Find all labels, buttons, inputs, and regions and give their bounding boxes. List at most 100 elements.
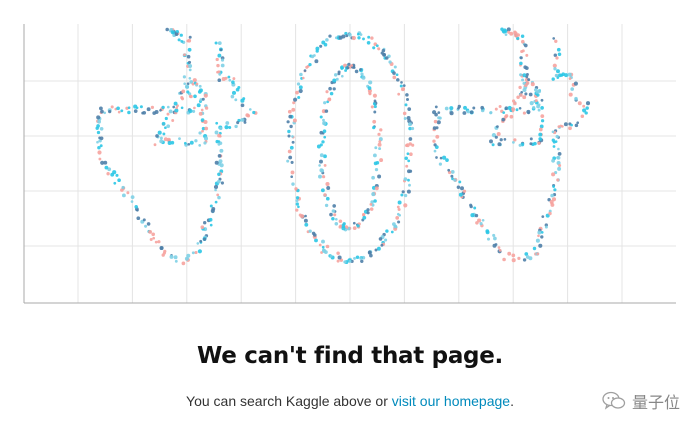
scatter-point [133, 109, 138, 113]
scatter-point [573, 81, 578, 86]
scatter-point [538, 137, 543, 141]
scatter-point [322, 248, 326, 252]
scatter-point [458, 180, 462, 184]
scatter-point [333, 73, 338, 77]
scatter-point [392, 71, 396, 75]
scatter-point [179, 33, 183, 37]
scatter-point [369, 202, 373, 206]
scatter-point [340, 67, 344, 70]
scatter-point [541, 215, 545, 218]
scatter-point [408, 183, 411, 187]
scatter-point [397, 92, 401, 96]
scatter-point [554, 39, 558, 43]
scatter-point [400, 81, 403, 84]
scatter-point [540, 231, 544, 234]
scatter-point [540, 114, 545, 118]
scatter-point [516, 33, 520, 37]
scatter-point [438, 116, 442, 120]
scatter-point [397, 207, 401, 212]
scatter-point [550, 202, 555, 207]
scatter-point [289, 124, 293, 129]
scatter-point [557, 125, 561, 128]
scatter-point [301, 76, 305, 80]
scatter-point [318, 243, 322, 247]
scatter-point [570, 123, 573, 127]
scatter-point [150, 105, 155, 110]
scatter-point [374, 186, 379, 191]
scatter-point [496, 132, 501, 136]
scatter-point [201, 129, 204, 133]
scatter-point [408, 137, 413, 141]
scatter-point [303, 218, 308, 223]
scatter-point [368, 80, 373, 85]
scatter-point [373, 110, 377, 114]
scatter-point [332, 78, 337, 83]
scatter-point [359, 33, 363, 36]
scatter-point [186, 90, 190, 94]
scatter-point [408, 169, 413, 173]
scatter-point [376, 246, 381, 251]
scatter-point [512, 99, 516, 103]
scatter-point [198, 111, 203, 116]
scatter-point [532, 106, 536, 110]
scatter-point [345, 34, 349, 38]
scatter-point [362, 212, 366, 217]
scatter-point [522, 258, 527, 262]
scatter-point [525, 81, 530, 85]
scatter-point [567, 72, 572, 77]
scatter-point [112, 170, 117, 175]
scatter-point [495, 125, 499, 129]
scatter-point [165, 27, 169, 32]
scatter-point [334, 222, 339, 226]
scatter-point [537, 234, 540, 238]
scatter-point [380, 243, 384, 247]
scatter-point [378, 237, 383, 241]
scatter-point [436, 120, 441, 125]
scatter-point [287, 134, 291, 138]
scatter-point [188, 64, 193, 68]
scatter-point [499, 138, 503, 142]
scatter-point [355, 255, 360, 259]
scatter-point [519, 56, 523, 60]
scatter-point [494, 107, 498, 111]
scatter-point [173, 101, 178, 106]
scatter-point [326, 186, 331, 190]
scatter-point [324, 109, 329, 113]
scatter-point [532, 246, 537, 251]
scatter-point [208, 217, 213, 222]
scatter-point [473, 206, 477, 210]
scatter-point [96, 124, 100, 128]
scatter-point [497, 142, 502, 147]
scatter-point [379, 158, 384, 163]
scatter-point [219, 126, 223, 131]
scatter-point [538, 127, 543, 132]
scatter-point [323, 42, 328, 47]
scatter-point [551, 158, 555, 163]
scatter-point [470, 213, 475, 218]
scatter-point [146, 107, 151, 112]
scatter-point [106, 172, 110, 176]
help-text-prefix: You can search Kaggle above or [186, 393, 392, 409]
scatter-point [338, 219, 343, 223]
scatter-point [180, 96, 184, 100]
homepage-link[interactable]: visit our homepage [392, 393, 510, 409]
scatter-point [240, 117, 245, 122]
scatter-point [439, 156, 443, 160]
scatter-point [161, 121, 166, 126]
scatter-point [169, 254, 174, 259]
scatter-point [224, 76, 228, 80]
scatter-point [397, 220, 401, 224]
scatter-point [323, 163, 327, 167]
scatter-point [210, 208, 215, 213]
scatter-point [372, 153, 377, 158]
scatter-point [527, 111, 530, 115]
scatter-point [288, 155, 293, 160]
scatter-point [432, 139, 436, 143]
scatter-point [228, 125, 232, 130]
scatter-point [98, 157, 102, 161]
scatter-point [166, 124, 171, 129]
scatter-point [511, 107, 516, 112]
scatter-point [356, 224, 360, 228]
scatter-point [557, 166, 562, 171]
scatter-point [437, 111, 441, 114]
